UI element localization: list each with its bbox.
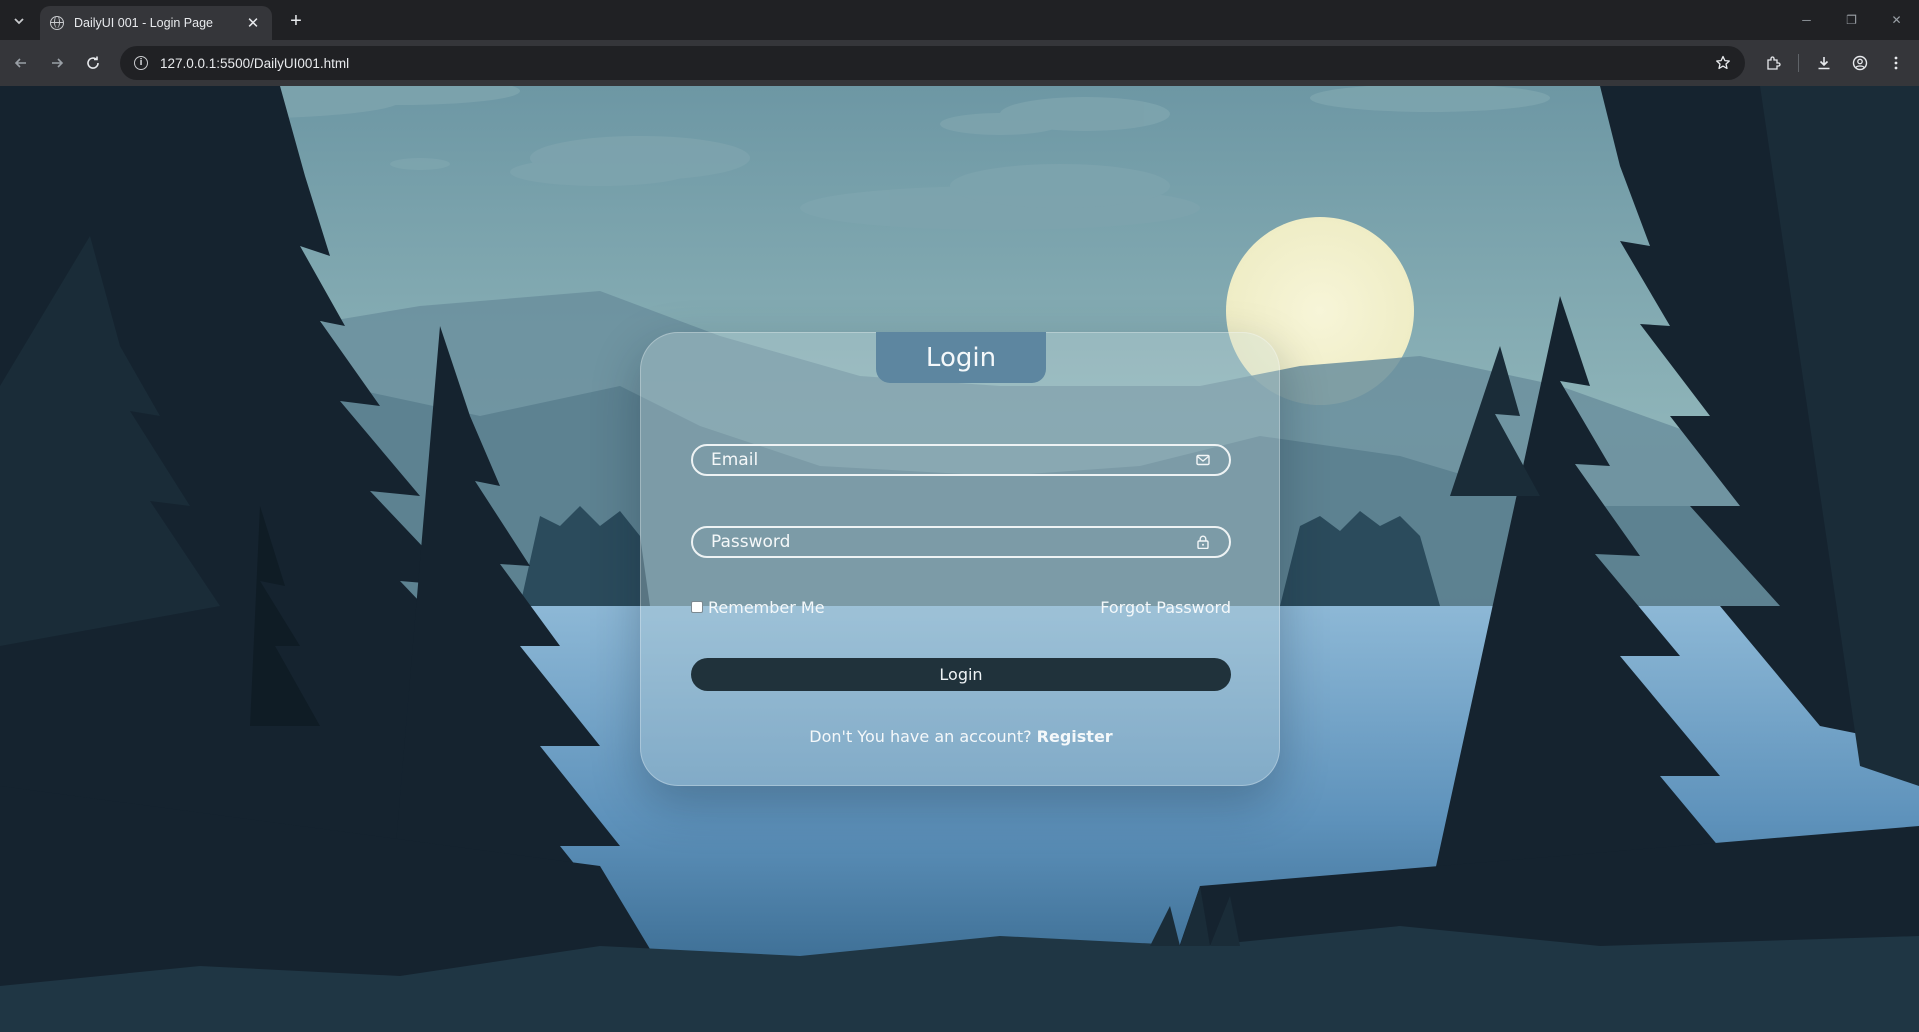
back-button[interactable] <box>6 48 36 78</box>
register-link[interactable]: Register <box>1037 727 1113 746</box>
forgot-password-link[interactable]: Forgot Password <box>1100 598 1231 617</box>
bookmark-star-icon[interactable] <box>1715 55 1731 71</box>
lock-icon <box>1195 534 1211 550</box>
register-prompt-text: Don't You have an account? <box>809 727 1032 746</box>
address-bar[interactable]: i 127.0.0.1:5500/DailyUI001.html <box>120 46 1745 80</box>
browser-tab[interactable]: DailyUI 001 - Login Page ✕ <box>40 6 272 40</box>
extensions-icon <box>1767 56 1781 70</box>
tab-close-button[interactable]: ✕ <box>244 14 262 32</box>
page-viewport: Login Email Password Remember Me Forgot … <box>0 86 1919 1032</box>
browser-toolbar: i 127.0.0.1:5500/DailyUI001.html <box>0 40 1919 86</box>
email-field[interactable]: Email <box>691 444 1231 476</box>
login-options: Remember Me Forgot Password <box>691 595 1231 619</box>
window-controls: ─ ❐ ✕ <box>1784 0 1919 40</box>
globe-icon <box>50 16 64 30</box>
back-arrow-icon <box>14 58 26 68</box>
toolbar-divider <box>1798 54 1799 72</box>
remember-me[interactable]: Remember Me <box>691 598 825 617</box>
tab-strip: DailyUI 001 - Login Page ✕ + ─ ❐ ✕ <box>0 0 1919 40</box>
login-card: Login Email Password Remember Me Forgot … <box>640 332 1280 786</box>
remember-label[interactable]: Remember Me <box>708 598 825 617</box>
browser-menu-button[interactable] <box>1881 48 1911 78</box>
tab-title: DailyUI 001 - Login Page <box>74 16 213 30</box>
extensions-button[interactable] <box>1758 48 1788 78</box>
chevron-down-icon <box>14 18 24 25</box>
reload-button[interactable] <box>78 48 108 78</box>
mail-icon <box>1195 452 1211 468</box>
forward-button[interactable] <box>42 48 72 78</box>
register-prompt: Don't You have an account? Register <box>641 727 1281 746</box>
downloads-button[interactable] <box>1809 48 1839 78</box>
email-placeholder: Email <box>711 450 759 470</box>
remember-checkbox[interactable] <box>691 601 703 613</box>
password-field[interactable]: Password <box>691 526 1231 558</box>
minimize-button[interactable]: ─ <box>1784 0 1829 40</box>
tab-search-button[interactable] <box>6 8 32 34</box>
url-text[interactable]: 127.0.0.1:5500/DailyUI001.html <box>160 56 1715 71</box>
menu-icon <box>1894 56 1898 70</box>
reload-icon <box>87 56 99 69</box>
restore-button[interactable]: ❐ <box>1829 0 1874 40</box>
new-tab-button[interactable]: + <box>282 7 310 35</box>
login-title: Login <box>876 332 1046 383</box>
profile-button[interactable] <box>1845 48 1875 78</box>
close-window-button[interactable]: ✕ <box>1874 0 1919 40</box>
forward-arrow-icon <box>52 58 64 68</box>
login-button[interactable]: Login <box>691 658 1231 691</box>
site-info-icon[interactable]: i <box>134 56 148 70</box>
profile-icon <box>1852 55 1868 71</box>
toolbar-actions <box>1758 48 1911 78</box>
download-icon <box>1818 57 1830 70</box>
password-placeholder: Password <box>711 532 791 552</box>
